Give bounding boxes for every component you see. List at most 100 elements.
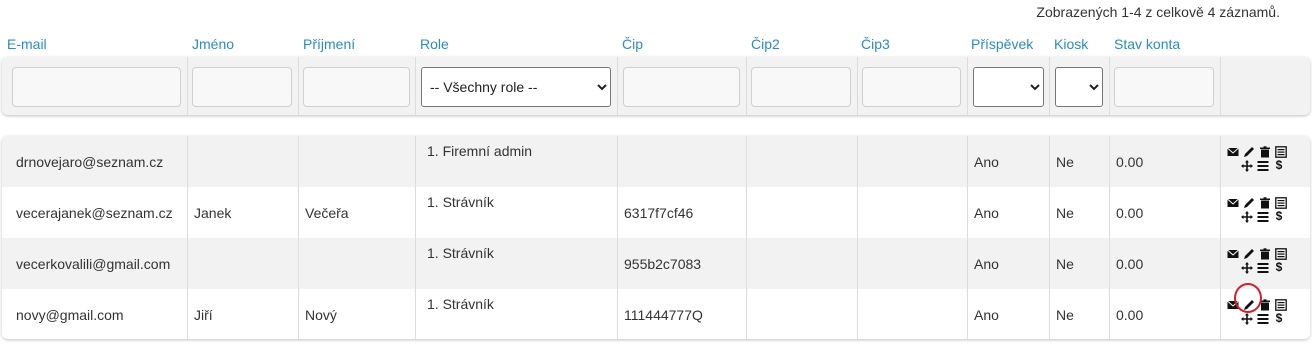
list-alt-icon[interactable] xyxy=(1275,141,1287,158)
cell-actions: $ xyxy=(1221,187,1310,238)
pencil-icon[interactable] xyxy=(1243,243,1255,259)
move-icon[interactable] xyxy=(1241,206,1253,223)
cell-contribution: Ano xyxy=(968,187,1050,238)
cell-role-value: 1. Strávník xyxy=(427,245,494,261)
cell-actions: $ xyxy=(1221,136,1310,187)
table-row: novy@gmail.com Jiří Nový 1. Strávník 1114447… xyxy=(2,289,1310,339)
cell-balance: 0.00 xyxy=(1110,289,1221,339)
trash-icon[interactable] xyxy=(1259,192,1271,209)
column-header-role[interactable]: Role xyxy=(420,36,449,52)
cell-kiosk: Ne xyxy=(1050,289,1110,339)
filter-cell-first-name xyxy=(188,57,299,115)
menu-lines-icon[interactable] xyxy=(1257,308,1269,324)
column-header-email[interactable]: E-mail xyxy=(7,36,47,52)
cell-chip3 xyxy=(858,238,968,289)
column-header-contribution[interactable]: Příspěvek xyxy=(971,36,1033,52)
table-row: vecerkovalili@gmail.com 1. Strávník 955b2c… xyxy=(2,238,1310,289)
cell-role: 1. Firemní admin xyxy=(416,136,618,187)
filter-cell-chip3 xyxy=(858,57,968,115)
chip-filter-input[interactable] xyxy=(623,67,740,107)
cell-email-value: vecerajanek@seznam.cz xyxy=(16,205,173,221)
dollar-icon[interactable]: $ xyxy=(1273,257,1285,274)
chip2-filter-input[interactable] xyxy=(751,67,851,107)
cell-first-name xyxy=(188,136,299,187)
trash-icon[interactable] xyxy=(1259,243,1271,260)
dollar-icon[interactable]: $ xyxy=(1273,155,1285,172)
cell-chip2 xyxy=(747,136,858,187)
filter-cell-last-name xyxy=(299,57,416,115)
cell-email: drnovejaro@seznam.cz xyxy=(2,136,188,187)
envelope-icon[interactable] xyxy=(1227,192,1239,207)
cell-chip-value: 111444777Q xyxy=(624,307,703,323)
menu-lines-icon[interactable] xyxy=(1257,257,1269,273)
cell-first-name xyxy=(188,238,299,289)
envelope-icon[interactable] xyxy=(1227,243,1239,258)
contribution-filter-select[interactable] xyxy=(973,67,1044,107)
cell-last-name-value: Večeřa xyxy=(305,205,349,221)
filter-cell-contribution xyxy=(968,57,1050,115)
table-row: vecerajanek@seznam.cz Janek Večeřa 1. Stráv… xyxy=(2,187,1310,238)
cell-chip3 xyxy=(858,136,968,187)
cell-balance-value: 0.00 xyxy=(1116,256,1144,272)
cell-contribution-value: Ano xyxy=(974,205,999,221)
cell-balance-value: 0.00 xyxy=(1116,307,1144,323)
column-header-first-name[interactable]: Jméno xyxy=(192,36,234,52)
chip3-filter-input[interactable] xyxy=(862,67,961,107)
trash-icon[interactable] xyxy=(1259,141,1271,158)
cell-first-name-value: Jiří xyxy=(194,307,213,323)
pencil-icon[interactable] xyxy=(1243,141,1255,157)
envelope-icon[interactable] xyxy=(1227,141,1239,156)
column-header-chip2[interactable]: Čip2 xyxy=(751,36,780,52)
cell-email: novy@gmail.com xyxy=(2,289,188,339)
email-filter-input[interactable] xyxy=(12,67,181,107)
cell-chip: 111444777Q xyxy=(618,289,747,339)
cell-kiosk-value: Ne xyxy=(1056,307,1074,323)
cell-contribution-value: Ano xyxy=(974,256,999,272)
pencil-icon[interactable] xyxy=(1243,294,1255,310)
last-name-filter-input[interactable] xyxy=(303,67,410,107)
cell-balance-value: 0.00 xyxy=(1116,154,1144,170)
role-filter-select[interactable]: -- Všechny role -- xyxy=(421,67,611,107)
envelope-icon[interactable] xyxy=(1227,294,1239,309)
column-header-balance[interactable]: Stav konta xyxy=(1114,36,1180,52)
column-header-chip3[interactable]: Čip3 xyxy=(861,36,890,52)
filter-cell-chip2 xyxy=(747,57,858,115)
balance-filter-input[interactable] xyxy=(1114,67,1214,107)
move-icon[interactable] xyxy=(1241,308,1253,325)
cell-email-value: vecerkovalili@gmail.com xyxy=(16,256,171,272)
cell-chip: 955b2c7083 xyxy=(618,238,747,289)
cell-kiosk-value: Ne xyxy=(1056,256,1074,272)
dollar-icon[interactable]: $ xyxy=(1273,206,1285,223)
cell-role-value: 1. Strávník xyxy=(427,296,494,312)
list-alt-icon[interactable] xyxy=(1275,294,1287,311)
cell-kiosk-value: Ne xyxy=(1056,154,1074,170)
dollar-icon[interactable]: $ xyxy=(1273,308,1285,325)
move-icon[interactable] xyxy=(1241,155,1253,172)
cell-last-name-value: Nový xyxy=(305,307,337,323)
trash-icon[interactable] xyxy=(1259,294,1271,311)
column-header-last-name[interactable]: Příjmení xyxy=(303,36,355,52)
users-table: drnovejaro@seznam.cz 1. Firemní admin Ano N… xyxy=(2,136,1310,339)
results-summary: Zobrazených 1-4 z celkově 4 záznamů. xyxy=(1036,4,1280,20)
column-header-chip[interactable]: Čip xyxy=(622,36,643,52)
first-name-filter-input[interactable] xyxy=(192,67,292,107)
menu-lines-icon[interactable] xyxy=(1257,155,1269,171)
list-alt-icon[interactable] xyxy=(1275,243,1287,260)
move-icon[interactable] xyxy=(1241,257,1253,274)
cell-first-name-value: Janek xyxy=(194,205,232,221)
cell-first-name: Jiří xyxy=(188,289,299,339)
cell-chip3 xyxy=(858,289,968,339)
filter-row: -- Všechny role -- xyxy=(2,57,1310,115)
cell-kiosk: Ne xyxy=(1050,187,1110,238)
row-actions: $ xyxy=(1227,243,1307,274)
cell-chip-value: 6317f7cf46 xyxy=(624,205,694,221)
cell-balance-value: 0.00 xyxy=(1116,205,1144,221)
pencil-icon[interactable] xyxy=(1243,192,1255,208)
cell-kiosk: Ne xyxy=(1050,238,1110,289)
row-actions: $ xyxy=(1227,294,1307,325)
list-alt-icon[interactable] xyxy=(1275,192,1287,209)
kiosk-filter-select[interactable] xyxy=(1055,67,1103,107)
cell-contribution-value: Ano xyxy=(974,307,999,323)
menu-lines-icon[interactable] xyxy=(1257,206,1269,222)
column-header-kiosk[interactable]: Kiosk xyxy=(1054,36,1088,52)
